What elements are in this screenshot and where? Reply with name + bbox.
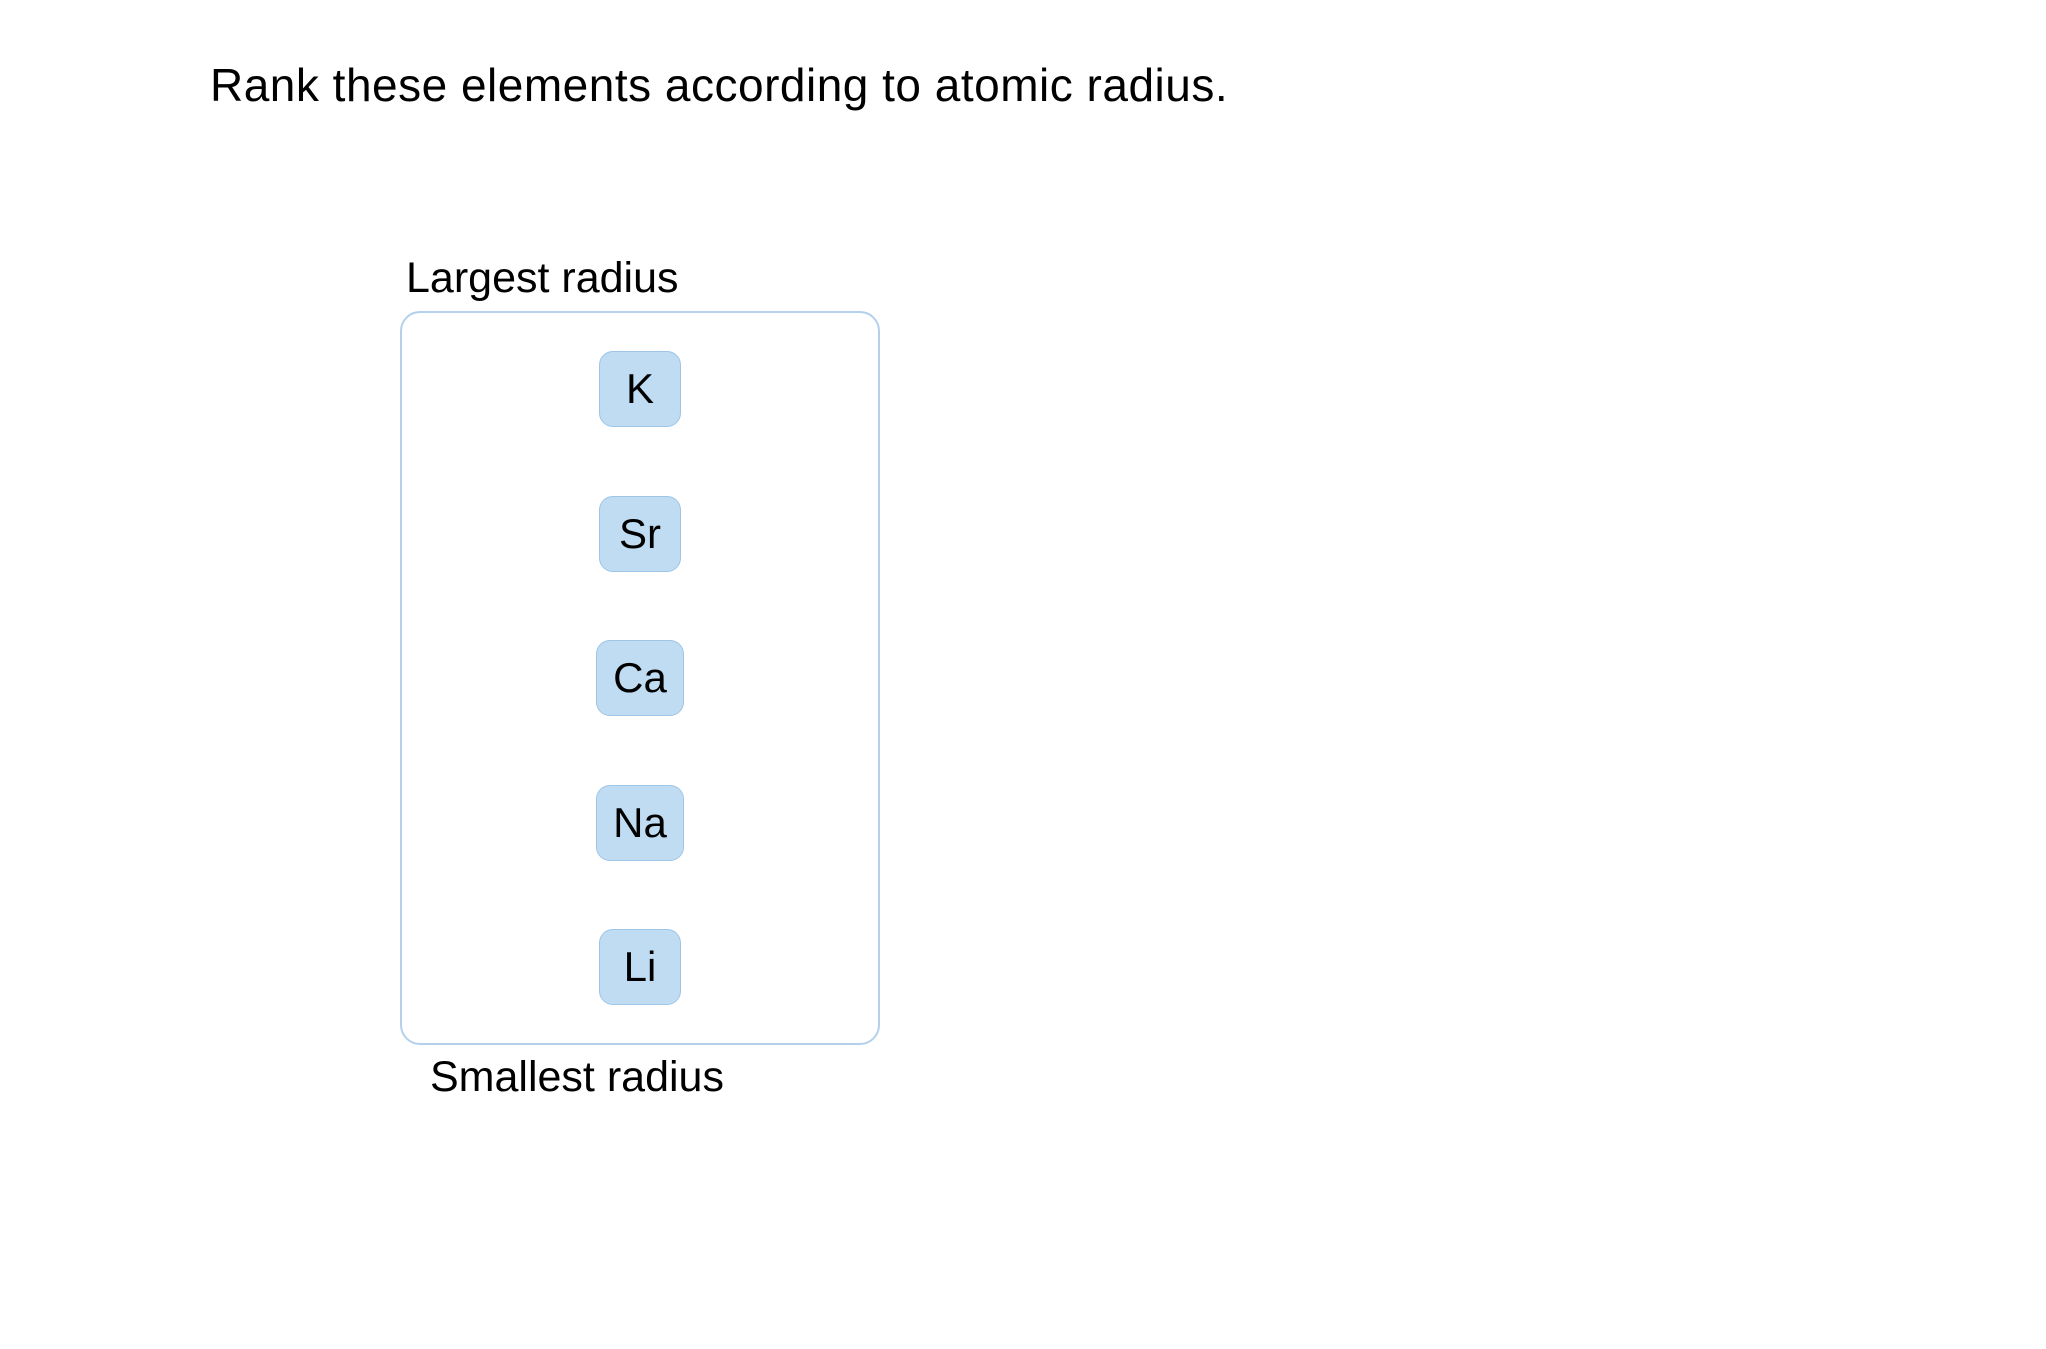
question-text: Rank these elements according to atomic … xyxy=(210,58,1228,112)
element-tile[interactable]: Sr xyxy=(599,496,681,572)
ranking-dropzone[interactable]: K Sr Ca Na Li xyxy=(400,311,880,1045)
bottom-scale-label: Smallest radius xyxy=(430,1053,880,1102)
ranking-widget: Largest radius K Sr Ca Na Li Smallest ra… xyxy=(400,254,880,1102)
top-scale-label: Largest radius xyxy=(406,254,880,303)
element-tile[interactable]: Na xyxy=(596,785,684,861)
element-tile[interactable]: K xyxy=(599,351,681,427)
element-tile[interactable]: Li xyxy=(599,929,681,1005)
element-tile[interactable]: Ca xyxy=(596,640,684,716)
